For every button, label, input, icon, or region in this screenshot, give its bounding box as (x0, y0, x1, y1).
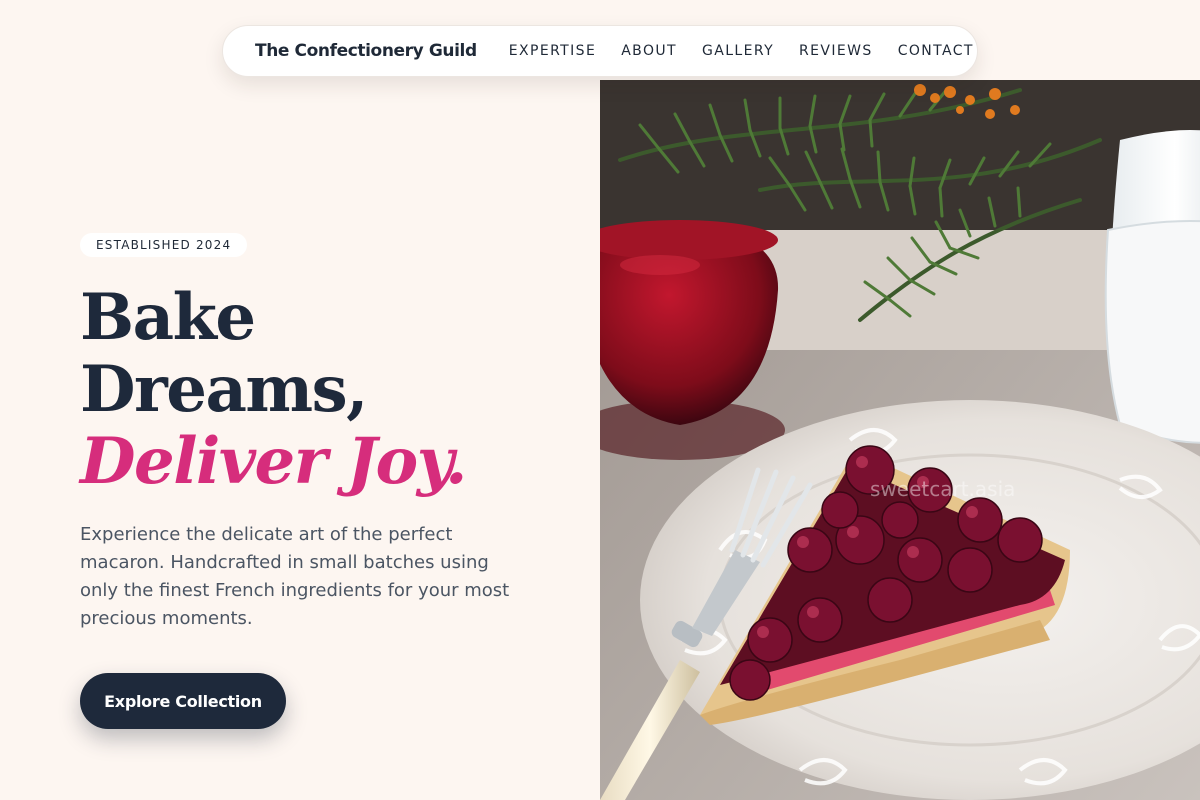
nav-link-reviews[interactable]: REVIEWS (799, 43, 873, 59)
headline-line-2: Dreams, (80, 352, 368, 427)
hero-description: Experience the delicate art of the perfe… (80, 524, 510, 629)
hero-image: sweetcart.asia (600, 80, 1200, 800)
hero-headline: Bake Dreams, Deliver Joy. (80, 280, 467, 499)
nav-link-about[interactable]: ABOUT (621, 43, 677, 59)
brand-logo[interactable]: The Confectionery Guild (255, 41, 477, 61)
nav-link-contact[interactable]: CONTACT (898, 43, 974, 59)
headline-line-1: Bake (80, 280, 256, 355)
explore-collection-button[interactable]: Explore Collection (80, 673, 286, 729)
nav-link-expertise[interactable]: EXPERTISE (509, 43, 596, 59)
top-navigation: The Confectionery Guild EXPERTISE ABOUT … (222, 25, 978, 77)
nav-link-gallery[interactable]: GALLERY (702, 43, 774, 59)
nav-links: EXPERTISE ABOUT GALLERY REVIEWS CONTACT (509, 43, 974, 59)
cherry-tart-photo: sweetcart.asia (600, 80, 1200, 800)
headline-accent: Deliver Joy. (80, 424, 467, 499)
established-badge: ESTABLISHED 2024 (80, 233, 248, 257)
hero-text-section: ESTABLISHED 2024 Bake Dreams, Deliver Jo… (0, 0, 600, 800)
image-watermark: sweetcart.asia (870, 477, 1015, 501)
